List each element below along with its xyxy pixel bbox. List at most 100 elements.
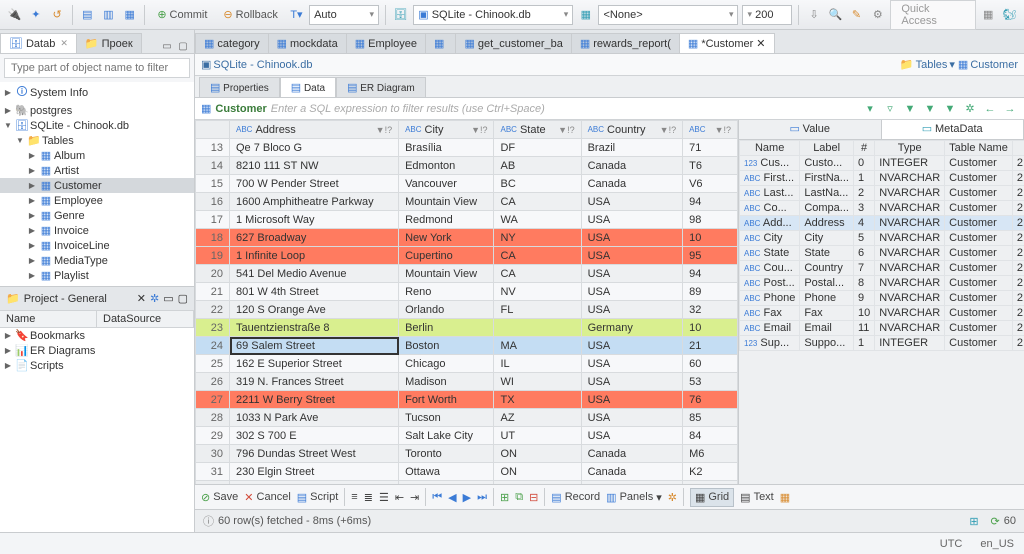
config-icon[interactable]: ▦	[780, 491, 790, 504]
table-row[interactable]: 2469 Salem StreetBostonMAUSA21	[196, 337, 738, 355]
save-button[interactable]: ⊘Save	[201, 491, 238, 504]
table-row[interactable]: 191 Infinite LoopCupertinoCAUSA95	[196, 247, 738, 265]
txn-mode-icon[interactable]: T▾	[288, 6, 305, 24]
table-row[interactable]: 161600 Amphitheatre ParkwayMountain View…	[196, 193, 738, 211]
filter-settings-icon[interactable]: ✲	[962, 101, 978, 117]
meta-row[interactable]: ABC Add...Address4NVARCHARCustomer2,147,…	[740, 216, 1024, 231]
sub-tab-data[interactable]: ▤ Data	[280, 77, 336, 97]
custom-filter-icon[interactable]: ▼	[902, 101, 918, 117]
filter-icon[interactable]: ▼!?	[715, 125, 731, 135]
editor-tab[interactable]: ▦mockdata	[268, 33, 347, 53]
dbeaver-perspective-icon[interactable]: 🐿	[1001, 6, 1018, 24]
sub-tab-properties[interactable]: ▤ Properties	[199, 77, 280, 97]
tree-item[interactable]: ▼🗄SQLite - Chinook.db	[0, 118, 194, 133]
quick-access-input[interactable]: Quick Access	[890, 0, 975, 30]
tab-projects[interactable]: 📁Проек	[76, 33, 142, 53]
table-row[interactable]: 25162 E Superior StreetChicagoILUSA60	[196, 355, 738, 373]
tab-value[interactable]: ▭ Value	[739, 120, 882, 139]
column-header[interactable]: ABC ▼!?	[683, 121, 738, 139]
table-row[interactable]: 13Qe 7 Bloco GBrasíliaDFBrazil71	[196, 139, 738, 157]
table-row[interactable]: 23Tauentzienstraße 8BerlinGermany10	[196, 319, 738, 337]
indent-icon[interactable]: ⇥	[410, 491, 419, 504]
sub-tab-er-diagram[interactable]: ▤ ER Diagram	[336, 77, 426, 97]
data-grid[interactable]: ABC Address▼!?ABC City▼!?ABC State▼!? ABC…	[195, 120, 738, 484]
crumb-db[interactable]: ▣SQLite - Chinook.db	[201, 58, 312, 71]
expand-icon[interactable]: ▢	[178, 292, 188, 305]
minimize-icon[interactable]: ▭	[160, 39, 174, 53]
tree-item[interactable]: ▼📁Tables	[0, 133, 194, 148]
crumb-tables[interactable]: 📁Tables▾	[900, 58, 955, 71]
editor-tab[interactable]: ▦	[425, 33, 456, 53]
close-icon[interactable]: ✕	[756, 37, 765, 50]
last-page-icon[interactable]: ⏭	[477, 491, 487, 504]
editor-tab[interactable]: ▦category	[195, 33, 269, 53]
filter-2-icon[interactable]: ▼	[942, 101, 958, 117]
meta-row[interactable]: 123 Cus...Custo...0INTEGERCustomer2,147,…	[740, 156, 1024, 171]
meta-row[interactable]: ABC EmailEmail11NVARCHARCustomer2,147,48…	[740, 321, 1024, 336]
project-item[interactable]: ▶📊ER Diagrams	[0, 343, 194, 358]
tree-item[interactable]: ▶▦Playlist	[0, 268, 194, 283]
commit-button[interactable]: ⊕Commit	[151, 6, 213, 23]
cancel-button[interactable]: ✕Cancel	[244, 491, 290, 504]
crumb-entity[interactable]: ▦Customer	[958, 58, 1018, 71]
tree-item[interactable]: ▶▦Genre	[0, 208, 194, 223]
tab-metadata[interactable]: ▭ MetaData	[882, 120, 1024, 139]
filter-icon[interactable]: ▼!?	[558, 125, 574, 135]
filter-expression-input[interactable]: Enter a SQL expression to filter results…	[271, 103, 858, 115]
perspective-icon[interactable]: ▦	[980, 6, 997, 24]
table-row[interactable]: 26319 N. Frances StreetMadisonWIUSA53	[196, 373, 738, 391]
editor-tab[interactable]: ▦get_customer_ba	[455, 33, 571, 53]
meta-row[interactable]: ABC StateState6NVARCHARCustomer2,147,483	[740, 246, 1024, 261]
meta-row[interactable]: ABC PhonePhone9NVARCHARCustomer2,147,483	[740, 291, 1024, 306]
column-header[interactable]: ABC Address▼!?	[230, 121, 399, 139]
sql-editor-icon[interactable]: ▤	[79, 6, 96, 24]
table-row[interactable]: 272211 W Berry StreetFort WorthTXUSA76	[196, 391, 738, 409]
tree-item[interactable]: ▶▦Employee	[0, 193, 194, 208]
tree-item[interactable]: ▶▦Artist	[0, 163, 194, 178]
export-icon[interactable]: ⇩	[805, 6, 822, 24]
refresh-icon[interactable]: ⟳	[991, 515, 1000, 528]
tree-item[interactable]: ▶▦Customer	[0, 178, 194, 193]
filter-icon[interactable]: ▼!?	[471, 125, 487, 135]
add-row-icon[interactable]: ⊞	[500, 491, 509, 504]
session-icon[interactable]: ⊞	[969, 515, 978, 528]
refresh-icon[interactable]: ✲	[668, 491, 677, 504]
new-connection-icon[interactable]: 🔌	[6, 6, 23, 24]
align-right-icon[interactable]: ☰	[379, 491, 389, 504]
meta-row[interactable]: ABC FaxFax10NVARCHARCustomer2,147,483	[740, 306, 1024, 321]
filter-icon[interactable]: ▼!?	[376, 125, 392, 135]
collapse-icon[interactable]: ▭	[163, 292, 173, 305]
schema-combo[interactable]: <None>▾	[598, 5, 738, 25]
close-icon[interactable]: ✕	[60, 38, 68, 49]
column-header[interactable]: ABC City▼!?	[399, 121, 494, 139]
rollback-button[interactable]: ⊖Rollback	[217, 6, 283, 23]
project-item[interactable]: ▶🔖Bookmarks	[0, 328, 194, 343]
tree-item[interactable]: ▶▦InvoiceLine	[0, 238, 194, 253]
grid-view-button[interactable]: ▦Grid	[690, 488, 734, 507]
filter-1-icon[interactable]: ▼	[922, 101, 938, 117]
tree-item[interactable]: ▶▦Album	[0, 148, 194, 163]
meta-row[interactable]: ABC First...FirstNa...1NVARCHARCustomer2…	[740, 171, 1024, 186]
tab-databases[interactable]: 🗄Datab✕	[0, 33, 77, 53]
align-left-icon[interactable]: ≡	[351, 491, 357, 503]
meta-row[interactable]: ABC Cou...Country7NVARCHARCustomer2,147,…	[740, 261, 1024, 276]
panels-button[interactable]: ▥Panels▾	[606, 491, 662, 504]
commit-mode-combo[interactable]: Auto▾	[309, 5, 379, 25]
close-icon[interactable]: ✕	[137, 292, 146, 305]
nav-back-icon[interactable]: ←	[982, 101, 998, 117]
next-page-icon[interactable]: ▶	[463, 491, 471, 504]
tree-item[interactable]: ▶▦Invoice	[0, 223, 194, 238]
remove-filter-icon[interactable]: ▿	[882, 101, 898, 117]
datasource-combo[interactable]: ▣ SQLite - Chinook.db▾	[413, 5, 573, 25]
table-row[interactable]: 30796 Dundas Street WestTorontoONCanadaM…	[196, 445, 738, 463]
column-header[interactable]: ABC State▼!?	[494, 121, 581, 139]
metadata-grid[interactable]: NameLabel#TypeTable NameMax l123 Cus...C…	[739, 140, 1024, 484]
dedent-icon[interactable]: ⇤	[395, 491, 404, 504]
meta-row[interactable]: ABC Post...Postal...8NVARCHARCustomer2,1…	[740, 276, 1024, 291]
settings-icon[interactable]: ⚙	[869, 6, 886, 24]
script-button[interactable]: ▤Script	[297, 491, 339, 504]
tree-item[interactable]: ▶🐘postgres	[0, 103, 194, 118]
maximize-icon[interactable]: ▢	[176, 39, 190, 53]
filter-icon[interactable]: ▼!?	[660, 125, 676, 135]
search-icon[interactable]: 🔍	[827, 6, 844, 24]
